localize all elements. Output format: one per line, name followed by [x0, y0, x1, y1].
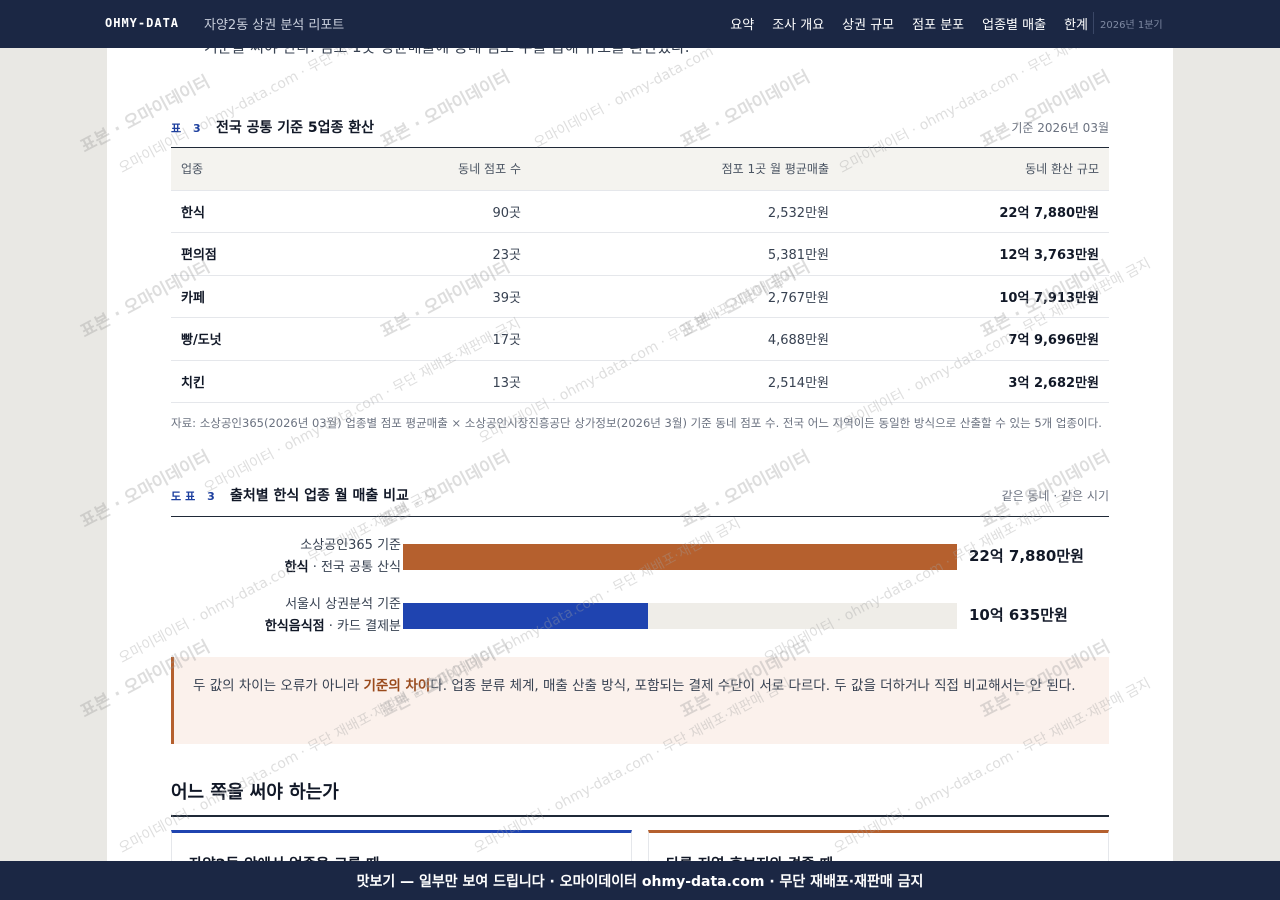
figure-number: 도표 3 — [171, 490, 219, 503]
table-section-header: 표 3 전국 공통 기준 5업종 환산 기준 2026년 03월 — [171, 116, 1109, 140]
preview-footer-banner: 맛보기 — 일부만 보여 드립니다 · 오마이데이터 ohmy-data.com… — [0, 861, 1280, 900]
cell-store-count: 90곳 — [331, 190, 531, 233]
bar-fill — [403, 544, 957, 570]
figure-section-header: 도표 3 출처별 한식 업종 월 매출 비교 같은 동네 · 같은 시기 — [171, 484, 1109, 508]
cell-avg-sales: 5,381만원 — [531, 232, 839, 276]
report-title: 자양2동 상권 분석 리포트 — [204, 18, 345, 33]
figure-top-rule — [171, 516, 1109, 517]
section-heading-rule — [171, 815, 1109, 817]
cell-scale: 12억 3,763만원 — [839, 232, 1109, 276]
bar-label: 서울시 상권분석 기준 한식음식점 · 카드 결제분 — [171, 594, 401, 638]
nav-divider — [1093, 12, 1094, 34]
note-text-after: 다. 업종 분류 체계, 매출 산출 방식, 포함되는 결제 수단이 서로 다르… — [430, 678, 1076, 694]
bar-fill — [403, 603, 648, 629]
table-number: 표 3 — [171, 122, 205, 135]
table-row: 카페 39곳 2,767만원 10억 7,913만원 — [171, 275, 1109, 318]
cell-industry: 치킨 — [171, 360, 331, 403]
table-row: 빵/도넛 17곳 4,688만원 7억 9,696만원 — [171, 317, 1109, 361]
top-navigation-bar: OHMY-DATA 자양2동 상권 분석 리포트 요약 조사 개요 상권 규모 … — [0, 0, 1280, 48]
callout-note: 두 값의 차이는 오류가 아니라 기준의 차이다. 업종 분류 체계, 매출 산… — [171, 657, 1109, 744]
bar-desc: · 전국 공통 산식 — [308, 560, 401, 575]
bar-desc: · 카드 결제분 — [324, 619, 401, 634]
col-header-store-count: 동네 점포 수 — [331, 148, 531, 191]
section-heading: 어느 쪽을 써야 하는가 — [171, 782, 339, 803]
cell-industry: 빵/도넛 — [171, 317, 331, 361]
report-period: 2026년 1분기 — [1100, 20, 1163, 31]
cell-store-count: 39곳 — [331, 275, 531, 318]
nav-limitations[interactable]: 한계 — [1064, 14, 1088, 33]
nav-store-distribution[interactable]: 점포 분포 — [912, 14, 964, 33]
cell-store-count: 23곳 — [331, 232, 531, 276]
cell-avg-sales: 2,532만원 — [531, 190, 839, 233]
bar-track — [403, 544, 957, 570]
note-text-before: 두 값의 차이는 오류가 아니라 — [193, 678, 364, 694]
bar-category-line: 한식 · 전국 공통 산식 — [171, 557, 401, 579]
bar-category: 한식음식점 — [264, 619, 325, 634]
cell-scale: 10억 7,913만원 — [839, 275, 1109, 318]
bar-value: 22억 7,880만원 — [969, 547, 1084, 565]
bar-source: 소상공인365 기준 — [300, 538, 401, 553]
cell-avg-sales: 2,514만원 — [531, 360, 839, 403]
bar-category-line: 한식음식점 · 카드 결제분 — [171, 616, 401, 638]
col-header-industry: 업종 — [171, 148, 331, 191]
bar-row-seoul: 서울시 상권분석 기준 한식음식점 · 카드 결제분 10억 635만원 — [171, 594, 1109, 638]
cell-scale: 3억 2,682만원 — [839, 360, 1109, 403]
cell-industry: 한식 — [171, 190, 331, 233]
bar-row-sbiz365: 소상공인365 기준 한식 · 전국 공통 산식 22억 7,880만원 — [171, 535, 1109, 579]
cell-industry: 편의점 — [171, 232, 331, 276]
note-highlight: 기준의 차이 — [363, 678, 431, 694]
cell-scale: 7억 9,696만원 — [839, 317, 1109, 361]
table-row: 치킨 13곳 2,514만원 3억 2,682만원 — [171, 360, 1109, 403]
cell-store-count: 13곳 — [331, 360, 531, 403]
cell-scale: 22억 7,880만원 — [839, 190, 1109, 233]
bar-value: 10억 635만원 — [969, 606, 1068, 624]
table-source-note: 자료: 소상공인365(2026년 03월) 업종별 점포 평균매출 × 소상공… — [171, 416, 1102, 430]
figure-meta: 같은 동네 · 같은 시기 — [1001, 489, 1109, 503]
bar-source: 서울시 상권분석 기준 — [285, 597, 401, 612]
bar-category: 한식 — [284, 560, 309, 575]
section-nav: 요약 조사 개요 상권 규모 점포 분포 업종별 매출 한계 — [730, 14, 1088, 33]
col-header-scale: 동네 환산 규모 — [839, 148, 1109, 191]
nav-summary[interactable]: 요약 — [730, 14, 754, 33]
table-header-row: 업종 동네 점포 수 점포 1곳 월 평균매출 동네 환산 규모 — [171, 148, 1109, 191]
nav-market-size[interactable]: 상권 규모 — [842, 14, 894, 33]
brand-logo[interactable]: OHMY-DATA — [105, 16, 179, 30]
table-date: 기준 2026년 03월 — [1011, 121, 1109, 135]
table-title: 전국 공통 기준 5업종 환산 — [216, 120, 375, 136]
cell-store-count: 17곳 — [331, 317, 531, 361]
footer-text: 맛보기 — 일부만 보여 드립니다 · 오마이데이터 ohmy-data.com… — [356, 873, 924, 890]
nav-sales-by-industry[interactable]: 업종별 매출 — [982, 14, 1046, 33]
col-header-avg-sales: 점포 1곳 월 평균매출 — [531, 148, 839, 191]
nav-survey-overview[interactable]: 조사 개요 — [772, 14, 824, 33]
bar-label: 소상공인365 기준 한식 · 전국 공통 산식 — [171, 535, 401, 579]
cell-avg-sales: 2,767만원 — [531, 275, 839, 318]
cell-avg-sales: 4,688만원 — [531, 317, 839, 361]
bar-track — [403, 603, 957, 629]
cell-industry: 카페 — [171, 275, 331, 318]
table-row: 편의점 23곳 5,381만원 12억 3,763만원 — [171, 232, 1109, 276]
figure-title: 출처별 한식 업종 월 매출 비교 — [230, 488, 409, 504]
industry-conversion-table: 업종 동네 점포 수 점포 1곳 월 평균매출 동네 환산 규모 한식 90곳 … — [171, 148, 1109, 403]
table-row: 한식 90곳 2,532만원 22억 7,880만원 — [171, 190, 1109, 233]
